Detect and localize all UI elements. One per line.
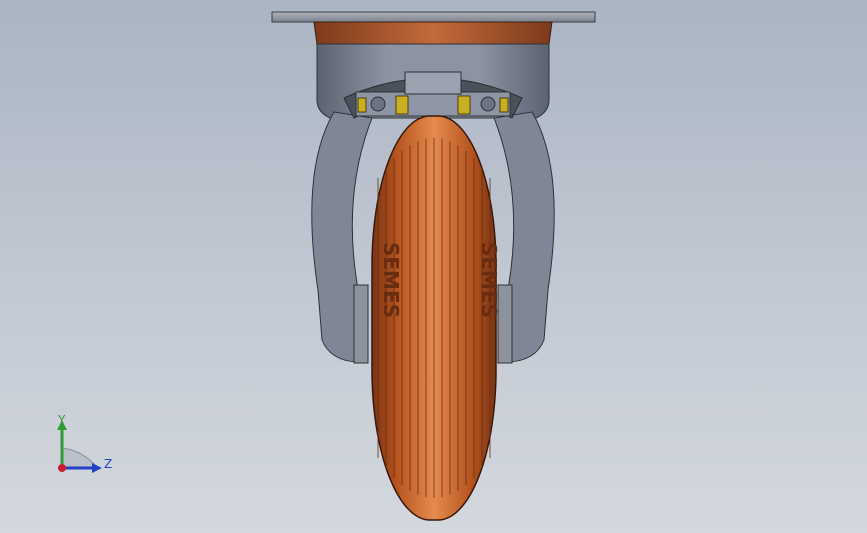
wheel[interactable]: SEMES SEMES xyxy=(371,115,501,521)
z-axis-label: Z xyxy=(104,457,112,471)
bolt-outer-left xyxy=(357,97,367,113)
kingpin-cap xyxy=(404,71,462,95)
bolt-left xyxy=(395,95,409,115)
bolt-outer-right xyxy=(499,97,509,113)
coordinate-triad: Y Z xyxy=(57,413,112,473)
top-plate[interactable] xyxy=(271,11,596,23)
axle-hub-left[interactable] xyxy=(353,284,369,364)
caster-model[interactable]: SEMES SEMES xyxy=(0,0,867,533)
nut-left xyxy=(370,96,386,112)
wheel-logo-right: SEMES xyxy=(477,242,501,318)
x-axis-dot xyxy=(58,464,66,472)
nut-right xyxy=(480,96,496,112)
wheel-logo-left: SEMES xyxy=(379,242,403,318)
swivel-bearing[interactable] xyxy=(313,21,553,45)
bolt-right xyxy=(457,95,471,115)
y-axis-label: Y xyxy=(57,413,66,427)
z-axis-arrow xyxy=(92,463,102,473)
graphics-viewport[interactable]: SEMES SEMES Y Z xyxy=(0,0,867,533)
